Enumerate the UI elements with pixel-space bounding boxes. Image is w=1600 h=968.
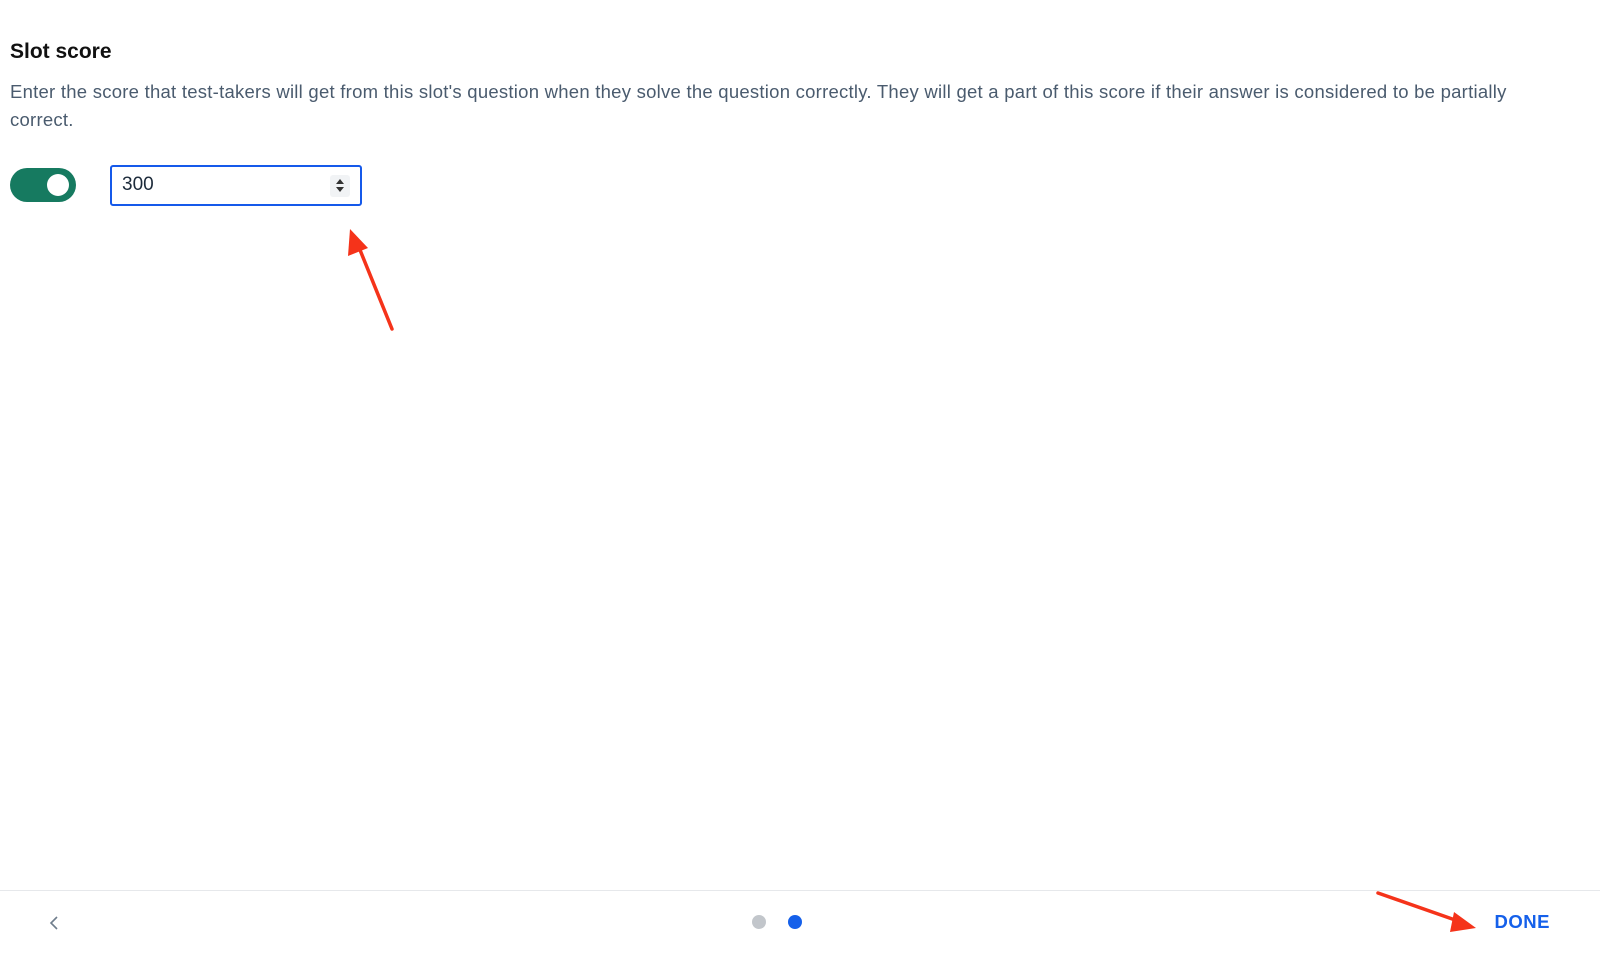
step-dot-2[interactable] (788, 915, 802, 929)
annotation-overlay (348, 229, 1476, 932)
stepper-up-icon[interactable] (336, 179, 344, 184)
score-controls (10, 163, 362, 207)
toggle-knob (47, 174, 69, 196)
stepper-down-icon[interactable] (336, 187, 344, 192)
slot-score-section: Slot score Enter the score that test-tak… (10, 38, 1570, 134)
section-description: Enter the score that test-takers will ge… (10, 81, 1507, 130)
score-stepper[interactable] (330, 174, 350, 197)
back-button[interactable] (44, 913, 64, 933)
chevron-left-icon (49, 916, 58, 930)
section-title: Slot score (10, 40, 112, 63)
done-button[interactable]: DONE (1495, 911, 1550, 933)
score-input[interactable] (112, 169, 324, 201)
wizard-footer: DONE (0, 890, 1600, 968)
annotation-arrow-score (348, 229, 394, 331)
slot-score-toggle[interactable] (10, 168, 76, 202)
slot-score-panel: Slot score Enter the score that test-tak… (0, 0, 1600, 968)
step-dot-1[interactable] (752, 915, 766, 929)
score-field (110, 164, 362, 206)
step-indicator (752, 915, 802, 929)
